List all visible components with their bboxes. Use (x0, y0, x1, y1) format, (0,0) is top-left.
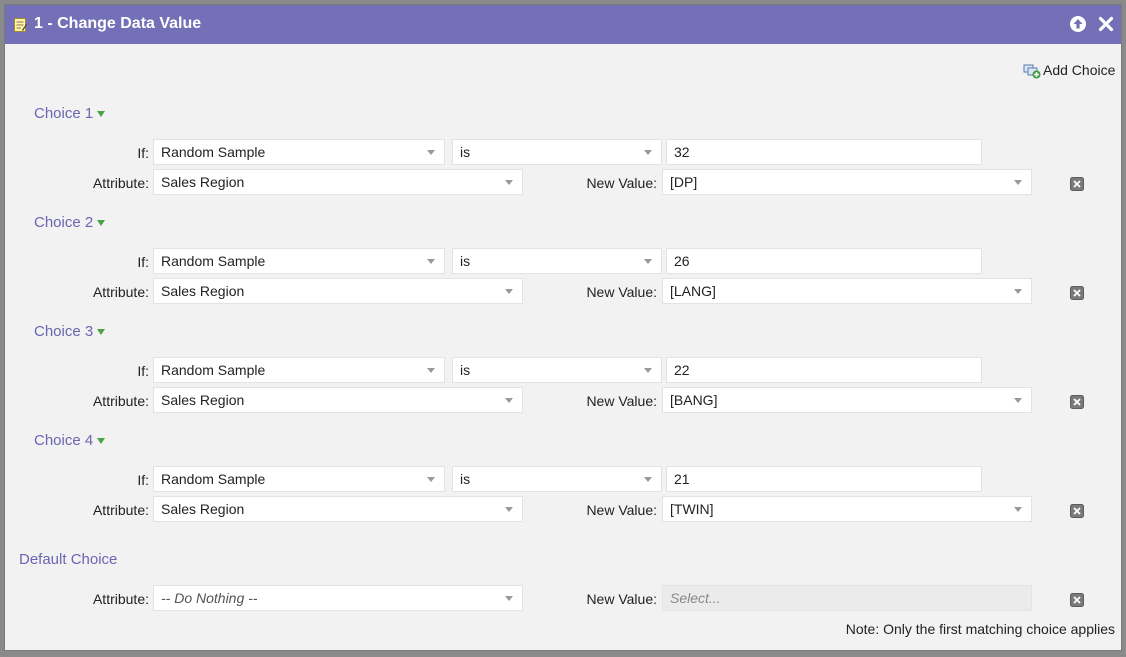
edit-document-icon (14, 18, 27, 32)
dropdown-arrow-icon (1014, 289, 1022, 294)
add-choice-button[interactable]: Add Choice (1023, 61, 1115, 79)
choice-2-if-field-select[interactable]: Random Sample (153, 248, 445, 274)
chevron-down-icon (97, 111, 106, 118)
attribute-label: Attribute: (92, 175, 149, 191)
dropdown-arrow-icon (427, 368, 435, 373)
default-attribute-select[interactable]: -- Do Nothing -- (153, 585, 523, 611)
choice-4-value-input[interactable]: 21 (666, 466, 982, 492)
if-label: If: (137, 254, 149, 270)
if-label: If: (137, 363, 149, 379)
choice-3-new-value-select[interactable]: [BANG] (662, 387, 1032, 413)
dropdown-arrow-icon (427, 150, 435, 155)
choice-4-delete-icon[interactable] (1070, 504, 1084, 518)
dropdown-arrow-icon (505, 398, 513, 403)
choice-2-value-input[interactable]: 26 (666, 248, 982, 274)
dropdown-arrow-icon (505, 289, 513, 294)
choice-1-delete-icon[interactable] (1070, 177, 1084, 191)
new-value-label: New Value: (586, 284, 657, 300)
attribute-label: Attribute: (92, 284, 149, 300)
choice-2-new-value-select[interactable]: [LANG] (662, 278, 1032, 304)
new-value-label: New Value: (586, 393, 657, 409)
choice-3-delete-icon[interactable] (1070, 395, 1084, 409)
choice-4-operator-select[interactable]: is (452, 466, 662, 492)
chevron-down-icon (97, 220, 106, 227)
choice-4-new-value-select[interactable]: [TWIN] (662, 496, 1032, 522)
dropdown-arrow-icon (505, 507, 513, 512)
collapse-up-icon[interactable] (1069, 15, 1087, 33)
first-match-note: Note: Only the first matching choice app… (845, 621, 1115, 637)
choice-3-header[interactable]: Choice 3 (34, 323, 106, 340)
choice-2-attribute-select[interactable]: Sales Region (153, 278, 523, 304)
default-choice-header: Default Choice (19, 551, 118, 568)
chevron-down-icon (97, 329, 106, 336)
dropdown-arrow-icon (644, 477, 652, 482)
new-value-label: New Value: (586, 175, 657, 191)
dropdown-arrow-icon (1014, 398, 1022, 403)
dropdown-arrow-icon (644, 259, 652, 264)
choice-1-header[interactable]: Choice 1 (34, 105, 106, 122)
choice-2-delete-icon[interactable] (1070, 286, 1084, 300)
chevron-down-icon (97, 438, 106, 445)
choice-3-value-input[interactable]: 22 (666, 357, 982, 383)
attribute-label: Attribute: (92, 591, 149, 607)
choice-1-if-field-select[interactable]: Random Sample (153, 139, 445, 165)
attribute-label: Attribute: (92, 393, 149, 409)
choice-3-if-field-select[interactable]: Random Sample (153, 357, 445, 383)
dropdown-arrow-icon (1014, 507, 1022, 512)
change-data-value-dialog: 1 - Change Data Value Add Choice Choice … (4, 4, 1122, 651)
dropdown-arrow-icon (505, 596, 513, 601)
attribute-label: Attribute: (92, 502, 149, 518)
dropdown-arrow-icon (505, 180, 513, 185)
add-choice-icon (1023, 64, 1041, 79)
dialog-titlebar: 1 - Change Data Value (5, 5, 1121, 44)
new-value-label: New Value: (586, 591, 657, 607)
add-choice-label: Add Choice (1043, 62, 1116, 78)
choice-2-header[interactable]: Choice 2 (34, 214, 106, 231)
dropdown-arrow-icon (427, 259, 435, 264)
default-new-value-select[interactable]: Select... (662, 585, 1032, 611)
choice-1-value-input[interactable]: 32 (666, 139, 982, 165)
choice-1-attribute-select[interactable]: Sales Region (153, 169, 523, 195)
choice-2-operator-select[interactable]: is (452, 248, 662, 274)
close-icon[interactable] (1097, 15, 1115, 33)
new-value-label: New Value: (586, 502, 657, 518)
if-label: If: (137, 472, 149, 488)
choice-4-header[interactable]: Choice 4 (34, 432, 106, 449)
choice-4-if-field-select[interactable]: Random Sample (153, 466, 445, 492)
choice-3-attribute-select[interactable]: Sales Region (153, 387, 523, 413)
choice-1-operator-select[interactable]: is (452, 139, 662, 165)
dropdown-arrow-icon (644, 368, 652, 373)
choice-3-operator-select[interactable]: is (452, 357, 662, 383)
dropdown-arrow-icon (644, 150, 652, 155)
dialog-title: 1 - Change Data Value (34, 15, 202, 32)
dropdown-arrow-icon (427, 477, 435, 482)
default-choice-delete-icon[interactable] (1070, 593, 1084, 607)
choice-4-attribute-select[interactable]: Sales Region (153, 496, 523, 522)
if-label: If: (137, 145, 149, 161)
choice-1-new-value-select[interactable]: [DP] (662, 169, 1032, 195)
dropdown-arrow-icon (1014, 180, 1022, 185)
